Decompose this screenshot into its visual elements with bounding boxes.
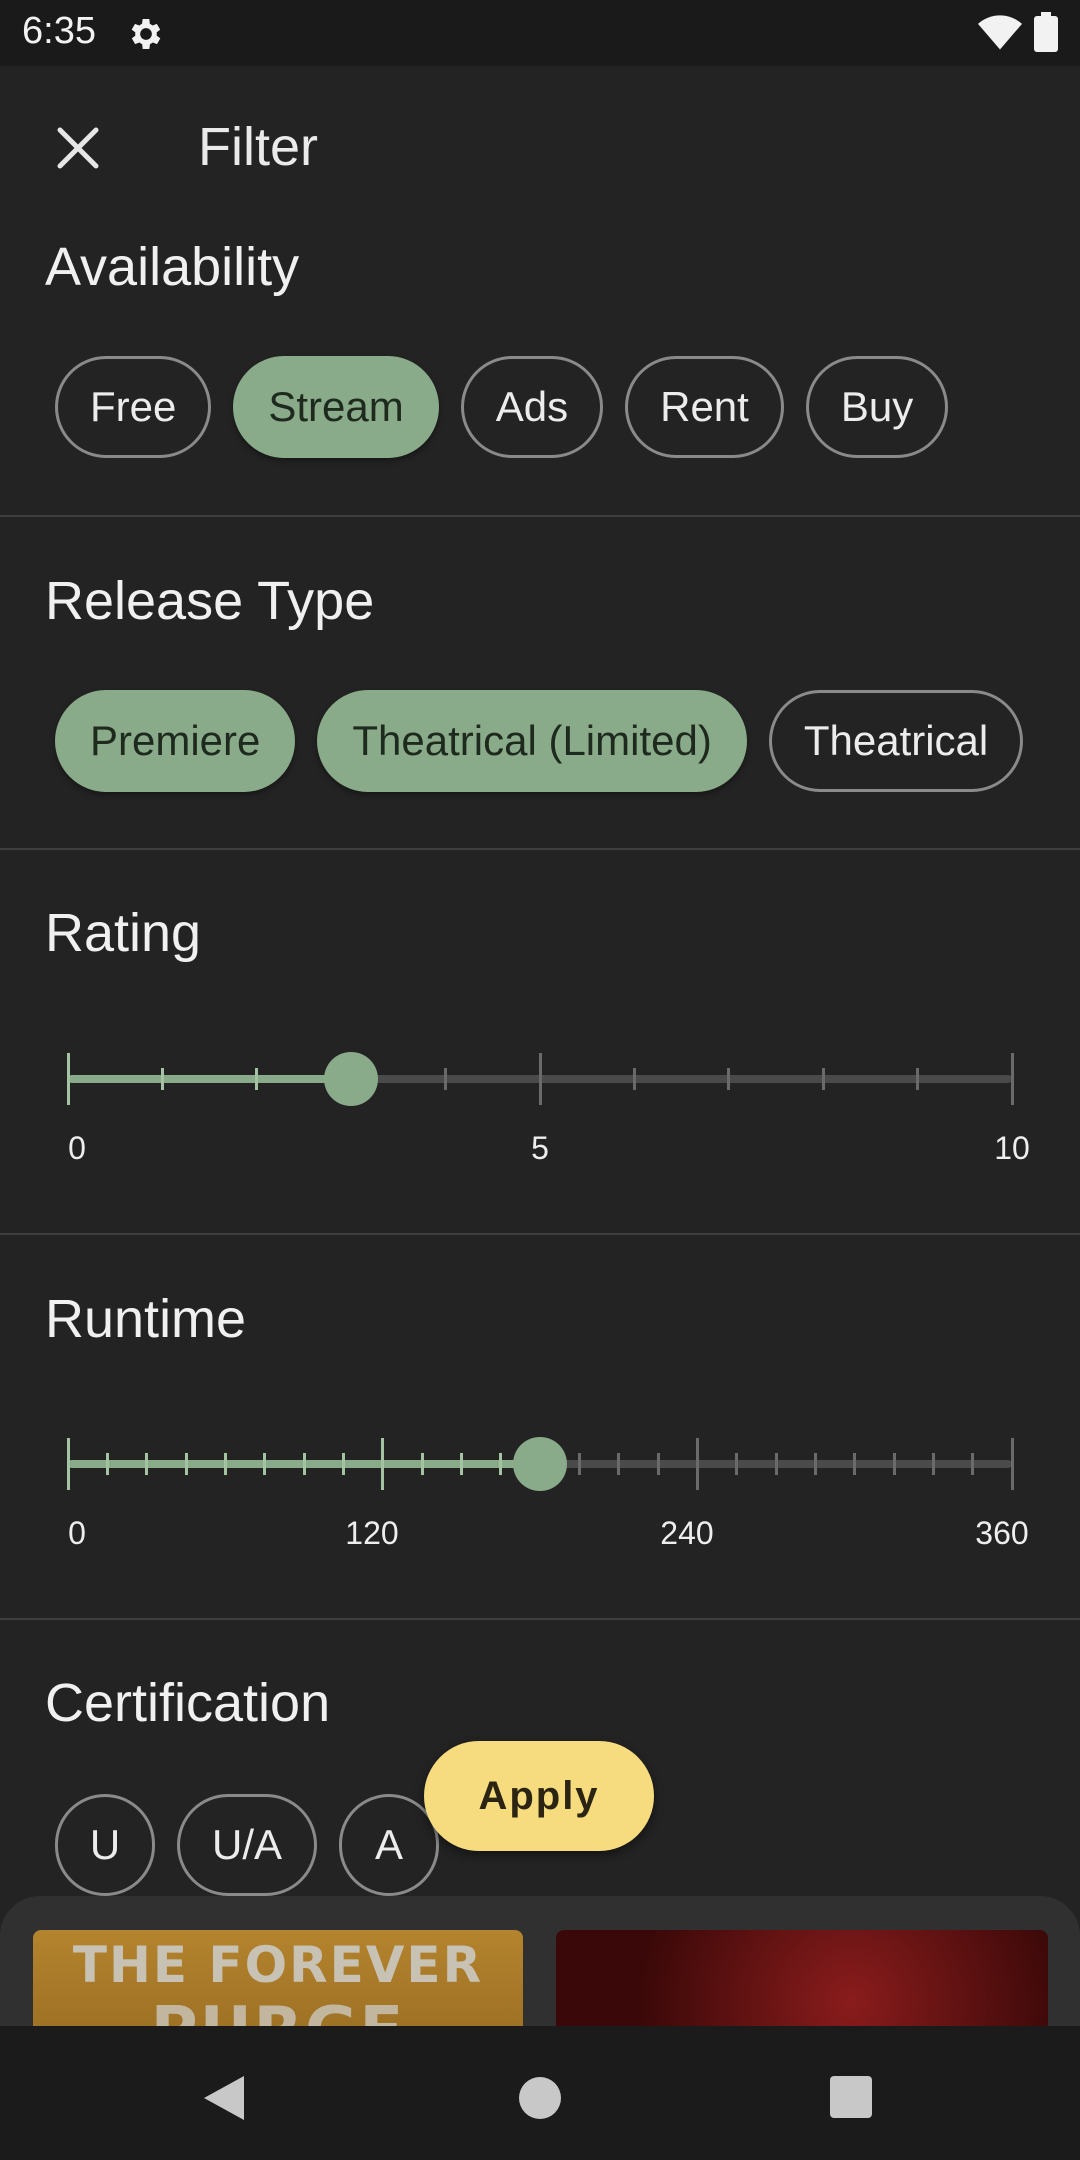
slider-major-tick [381,1438,385,1490]
slider-tick [255,1068,259,1090]
slider-tick [931,1453,935,1475]
release-type-chips: Premiere Theatrical (Limited) Theatrical [55,690,1024,792]
navigation-bar [0,2026,1080,2160]
movie-poster[interactable] [556,1930,1048,2026]
chip-free[interactable]: Free [55,356,212,458]
apply-button[interactable]: Apply [424,1741,654,1851]
slider-tick [735,1453,739,1475]
slider-tick [971,1453,975,1475]
slider-tick [632,1068,636,1090]
chip-ads[interactable]: Ads [460,356,604,458]
slider-major-tick [66,1053,70,1105]
slider-major-tick [695,1438,699,1490]
chip-rent[interactable]: Rent [625,356,784,458]
slider-major-tick [1010,1438,1014,1490]
slider-tick [892,1453,896,1475]
runtime-title: Runtime [45,1289,247,1349]
slider-major-tick [538,1053,542,1105]
runtime-label-240: 240 [660,1515,714,1551]
chip-stream[interactable]: Stream [233,356,439,458]
slider-tick [499,1453,503,1475]
chip-u[interactable]: U [55,1794,155,1896]
rating-title: Rating [45,903,202,963]
divider [0,1618,1080,1620]
certification-title: Certification [45,1673,331,1733]
slider-tick [145,1453,149,1475]
recents-icon[interactable] [830,2076,872,2118]
wifi-icon [978,15,1022,50]
slider-tick [656,1453,660,1475]
chip-a[interactable]: A [339,1794,440,1896]
rating-label-mid: 5 [531,1130,549,1166]
chip-buy[interactable]: Buy [805,356,949,458]
movie-poster[interactable]: THE FOREVER PURGE [33,1930,523,2026]
slider-tick [160,1068,164,1090]
poster-title: THE FOREVER [72,1936,484,1994]
close-icon [57,127,99,169]
availability-title: Availability [45,237,300,297]
chip-premiere[interactable]: Premiere [55,690,296,792]
certification-chips: U U/A A [55,1794,440,1896]
slider-tick [302,1453,306,1475]
slider-major-tick [1010,1053,1014,1105]
runtime-label-360: 360 [975,1515,1029,1551]
rating-label-min: 0 [68,1130,86,1166]
slider-tick [263,1453,267,1475]
slider-tick [853,1453,857,1475]
slider-tick [916,1068,920,1090]
slider-tick [420,1453,424,1475]
chip-theatrical[interactable]: Theatrical [768,690,1024,792]
battery-icon [1034,12,1058,52]
slider-tick [459,1453,463,1475]
back-icon[interactable] [202,2074,246,2122]
slider-tick [813,1453,817,1475]
slider-tick [577,1453,581,1475]
poster-title-partial: PURGE [33,1994,523,2026]
release-type-title: Release Type [45,571,375,631]
slider-tick [821,1068,825,1090]
divider [0,1233,1080,1235]
status-bar: 6:35 [0,0,1080,66]
results-sheet[interactable]: THE FOREVER PURGE [0,1896,1080,2026]
chip-theatrical-limited[interactable]: Theatrical (Limited) [317,690,747,792]
divider [0,515,1080,517]
status-time: 6:35 [22,10,96,52]
slider-tick [444,1068,448,1090]
slider-thumb[interactable] [513,1437,567,1491]
close-button[interactable] [48,118,108,178]
slider-tick [774,1453,778,1475]
availability-chips: Free Stream Ads Rent Buy [55,356,949,458]
slider-tick [341,1453,345,1475]
slider-thumb[interactable] [324,1052,379,1106]
slider-active-track [68,1075,352,1083]
slider-tick [105,1453,109,1475]
slider-tick [727,1068,731,1090]
runtime-label-0: 0 [68,1515,86,1551]
rating-slider[interactable] [66,1048,1014,1108]
rating-label-max: 10 [994,1130,1030,1166]
slider-tick [223,1453,227,1475]
chip-ua[interactable]: U/A [177,1794,318,1896]
runtime-slider[interactable] [66,1433,1014,1493]
divider [0,848,1080,850]
slider-tick [184,1453,188,1475]
settings-gear-icon [131,19,161,49]
runtime-label-120: 120 [345,1515,399,1551]
slider-tick [617,1453,621,1475]
home-icon[interactable] [519,2077,561,2119]
slider-major-tick [66,1438,70,1490]
page-title: Filter [198,117,318,177]
